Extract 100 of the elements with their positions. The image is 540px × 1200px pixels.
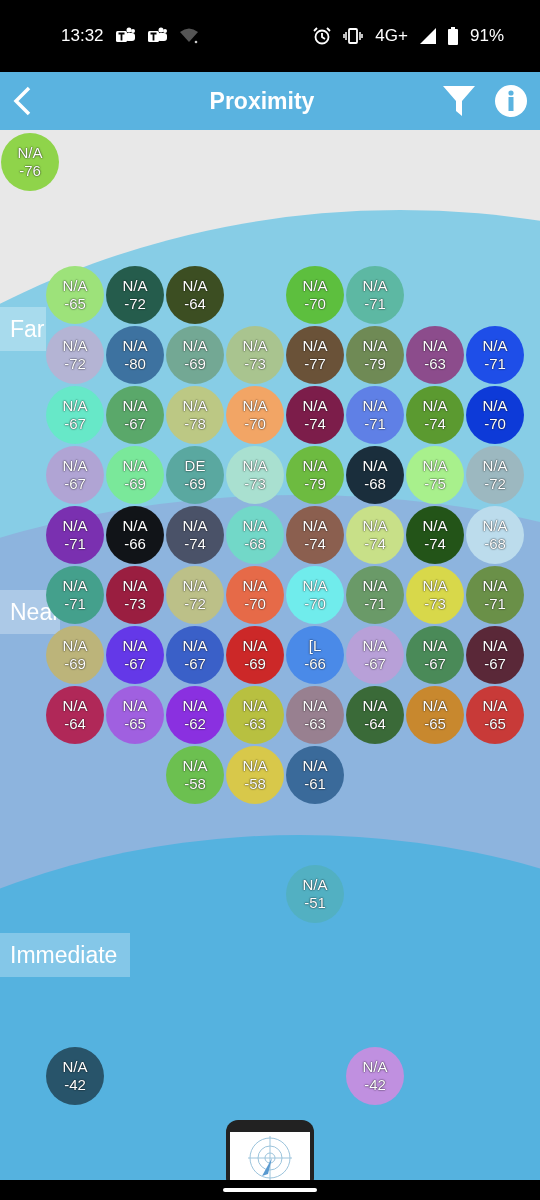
beacon-name: N/A <box>182 277 208 295</box>
beacon-signal: -68 <box>244 535 266 553</box>
beacon-signal: -66 <box>304 655 326 673</box>
beacon-name: N/A <box>422 457 448 475</box>
beacon-name: N/A <box>302 757 328 775</box>
beacon-name: N/A <box>362 1058 388 1076</box>
beacon-name: N/A <box>182 637 208 655</box>
beacon-signal: -71 <box>364 295 386 313</box>
beacon-name: N/A <box>482 337 508 355</box>
beacon-signal: -70 <box>304 295 326 313</box>
beacon-signal: -74 <box>304 415 326 433</box>
beacon-signal: -62 <box>184 715 206 733</box>
screen-title: Proximity <box>208 87 316 115</box>
beacon-signal: -69 <box>184 475 206 493</box>
beacon-signal: -74 <box>304 535 326 553</box>
beacon-signal: -80 <box>124 355 146 373</box>
chat-app-icon <box>147 27 168 45</box>
beacon-signal: -64 <box>364 715 386 733</box>
beacon-name: N/A <box>422 397 448 415</box>
beacon-name: N/A <box>482 637 508 655</box>
beacon-name: N/A <box>182 577 208 595</box>
beacon-name: N/A <box>362 457 388 475</box>
beacon-signal: -70 <box>304 595 326 613</box>
beacon-signal: -75 <box>424 475 446 493</box>
beacon-name: N/A <box>62 457 88 475</box>
beacon-name: N/A <box>122 637 148 655</box>
beacon-signal: -71 <box>364 595 386 613</box>
beacon-name: N/A <box>482 397 508 415</box>
beacon-name: N/A <box>122 577 148 595</box>
beacon-signal: -73 <box>244 475 266 493</box>
beacon-signal: -65 <box>124 715 146 733</box>
beacon-signal: -73 <box>244 355 266 373</box>
beacon-signal: -71 <box>484 355 506 373</box>
beacon-name: N/A <box>122 517 148 535</box>
beacon-name: N/A <box>242 637 268 655</box>
beacon-signal: -79 <box>304 475 326 493</box>
beacon-name: N/A <box>17 144 43 162</box>
beacon-name: N/A <box>302 876 328 894</box>
beacon-name: N/A <box>242 757 268 775</box>
info-icon[interactable] <box>494 84 528 118</box>
beacon-name: N/A <box>302 517 328 535</box>
beacon-name: N/A <box>182 397 208 415</box>
beacon-name: N/A <box>362 517 388 535</box>
beacon-name: N/A <box>62 277 88 295</box>
beacon-signal: -72 <box>484 475 506 493</box>
beacon-signal: -67 <box>424 655 446 673</box>
beacon-name: N/A <box>362 697 388 715</box>
beacon-name: N/A <box>362 577 388 595</box>
beacon-signal: -68 <box>364 475 386 493</box>
beacon-name: N/A <box>62 697 88 715</box>
beacon-signal: -68 <box>484 535 506 553</box>
beacon-signal: -64 <box>64 715 86 733</box>
beacon-name: N/A <box>422 577 448 595</box>
beacon-signal: -64 <box>184 295 206 313</box>
network-type: 4G+ <box>375 26 408 46</box>
beacon-name: N/A <box>302 397 328 415</box>
beacon-name: N/A <box>242 457 268 475</box>
beacon-signal: -66 <box>124 535 146 553</box>
beacon-signal: -74 <box>184 535 206 553</box>
beacon-name: N/A <box>122 697 148 715</box>
home-indicator[interactable] <box>223 1188 317 1192</box>
back-button[interactable] <box>12 86 32 116</box>
beacon-signal: -67 <box>64 475 86 493</box>
beacon-name: N/A <box>62 577 88 595</box>
beacon-signal: -76 <box>19 162 41 180</box>
beacon-signal: -77 <box>304 355 326 373</box>
clock-time: 13:32 <box>61 26 104 46</box>
beacon-name: N/A <box>302 697 328 715</box>
beacon-name: N/A <box>362 337 388 355</box>
beacon-name: N/A <box>182 757 208 775</box>
beacon-signal: -79 <box>364 355 386 373</box>
beacon-signal: -73 <box>124 595 146 613</box>
vibrate-icon <box>343 28 364 44</box>
beacon-name: N/A <box>482 517 508 535</box>
beacon-name: N/A <box>362 277 388 295</box>
beacon-name: N/A <box>62 517 88 535</box>
wifi-question-icon <box>179 28 200 44</box>
beacon-name: N/A <box>362 397 388 415</box>
beacon-name: [L <box>308 637 322 655</box>
beacon-signal: -70 <box>484 415 506 433</box>
beacon-signal: -72 <box>64 355 86 373</box>
beacon-signal: -69 <box>184 355 206 373</box>
beacon-signal: -72 <box>184 595 206 613</box>
beacon-signal: -78 <box>184 415 206 433</box>
beacon-name: N/A <box>182 697 208 715</box>
beacon-name: N/A <box>242 397 268 415</box>
signal-icon <box>419 28 436 44</box>
beacon-dot[interactable]: N/A -76 <box>1 133 59 191</box>
beacon-name: N/A <box>302 277 328 295</box>
beacon-name: N/A <box>302 337 328 355</box>
battery-percent: 91% <box>469 26 504 46</box>
beacon-signal: -70 <box>244 415 266 433</box>
filter-icon[interactable] <box>442 84 476 118</box>
beacon-name: N/A <box>422 517 448 535</box>
beacon-signal: -42 <box>364 1076 386 1094</box>
beacon-signal: -63 <box>424 355 446 373</box>
radar-phone-icon[interactable] <box>226 1120 314 1180</box>
beacon-signal: -74 <box>424 415 446 433</box>
beacon-name: N/A <box>122 457 148 475</box>
battery-icon <box>447 27 458 45</box>
